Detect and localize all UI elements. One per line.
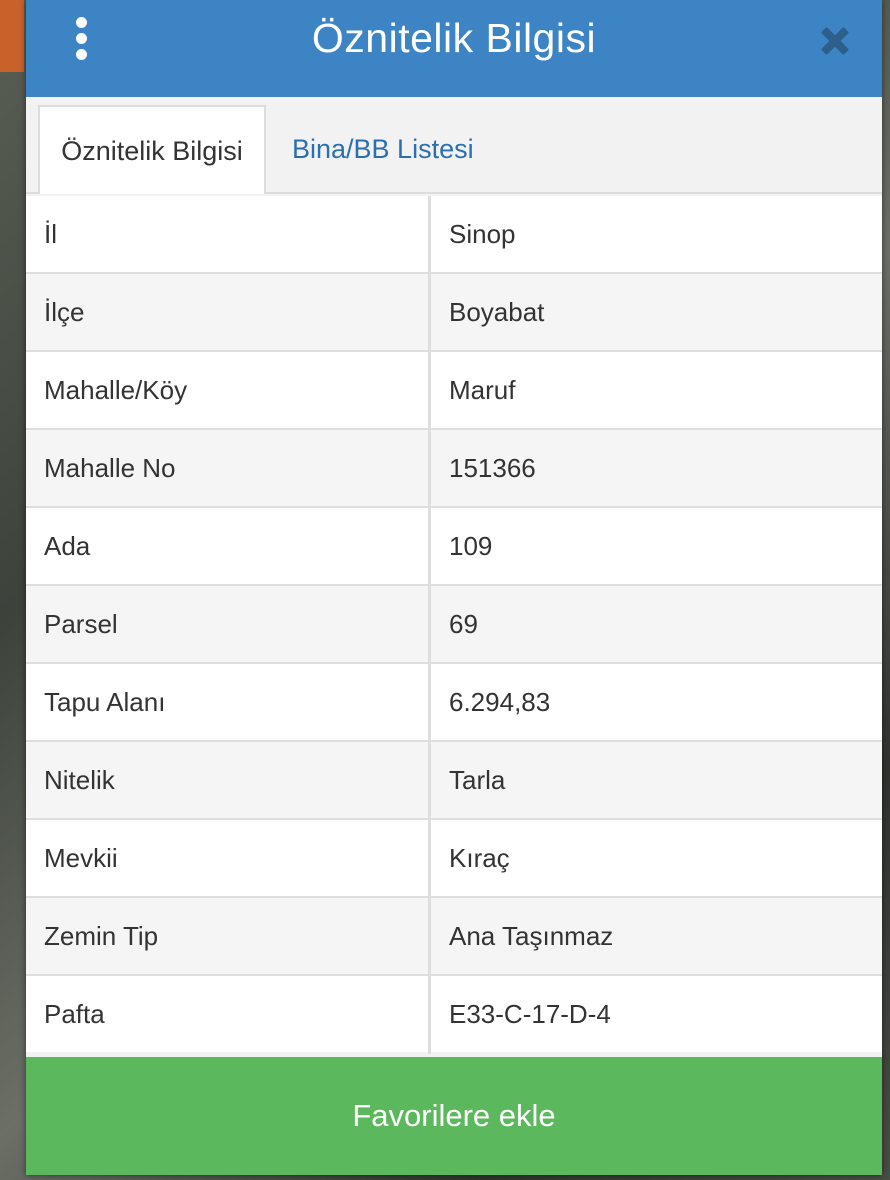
attribute-value: Maruf <box>431 352 882 428</box>
attribute-key: Mahalle/Köy <box>26 352 428 428</box>
attribute-key: Mahalle No <box>26 430 428 506</box>
attribute-key: İlçe <box>26 274 428 350</box>
attribute-value: Tarla <box>431 742 882 818</box>
table-row: Pafta E33-C-17-D-4 <box>26 976 882 1054</box>
attribute-dialog: Öznitelik Bilgisi Öznitelik Bilgisi Bina… <box>26 0 882 1175</box>
attribute-value: 151366 <box>431 430 882 506</box>
attribute-value: 6.294,83 <box>431 664 882 740</box>
attribute-key: Zemin Tip <box>26 898 428 974</box>
table-row: Zemin Tip Ana Taşınmaz <box>26 898 882 976</box>
tab-building-list[interactable]: Bina/BB Listesi <box>272 105 494 194</box>
tab-attribute-info[interactable]: Öznitelik Bilgisi <box>38 105 266 194</box>
attribute-key: Ada <box>26 508 428 584</box>
attribute-value: 69 <box>431 586 882 662</box>
attribute-value: Ana Taşınmaz <box>431 898 882 974</box>
dialog-title: Öznitelik Bilgisi <box>311 15 597 61</box>
table-row: Mahalle/Köy Maruf <box>26 352 882 430</box>
attribute-key: Tapu Alanı <box>26 664 428 740</box>
table-row: Parsel 69 <box>26 586 882 664</box>
attribute-value: Sinop <box>431 196 882 272</box>
map-edge-marker <box>0 0 24 72</box>
attribute-value: E33-C-17-D-4 <box>431 976 882 1052</box>
table-row: Mevkii Kıraç <box>26 820 882 898</box>
attribute-key: Pafta <box>26 976 428 1052</box>
table-row: Tapu Alanı 6.294,83 <box>26 664 882 742</box>
table-row: Nitelik Tarla <box>26 742 882 820</box>
attribute-key: Nitelik <box>26 742 428 818</box>
add-to-favorites-button[interactable]: Favorilere ekle <box>26 1057 882 1175</box>
attribute-value: Kıraç <box>431 820 882 896</box>
table-row: İl Sinop <box>26 196 882 274</box>
table-row: Mahalle No 151366 <box>26 430 882 508</box>
attribute-value: Boyabat <box>431 274 882 350</box>
attribute-key: Parsel <box>26 586 428 662</box>
close-icon[interactable] <box>818 24 852 58</box>
table-row: İlçe Boyabat <box>26 274 882 352</box>
table-row: Ada 109 <box>26 508 882 586</box>
attribute-key: İl <box>26 196 428 272</box>
attribute-value: 109 <box>431 508 882 584</box>
tab-bar: Öznitelik Bilgisi Bina/BB Listesi <box>26 97 882 194</box>
attribute-key: Mevkii <box>26 820 428 896</box>
dialog-header: Öznitelik Bilgisi <box>26 0 882 97</box>
